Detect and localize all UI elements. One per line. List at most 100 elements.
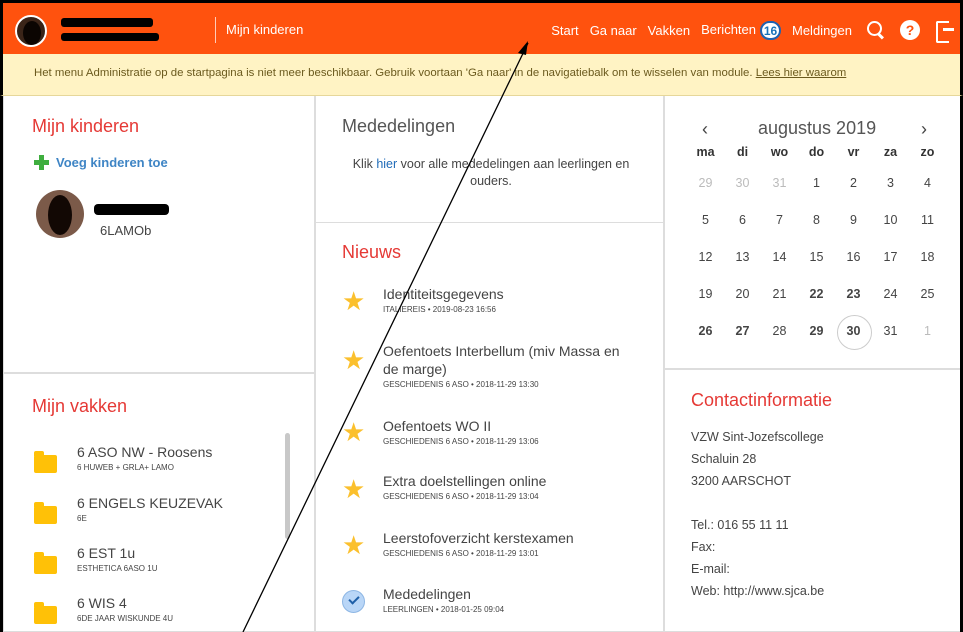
calendar-day[interactable]: 31: [872, 313, 909, 350]
calendar-day[interactable]: 4: [909, 165, 946, 202]
course-name: 6 ASO NW - Roosens: [77, 444, 213, 460]
course-sub: ESTHETICA 6ASO 1U: [77, 564, 158, 573]
calendar-day[interactable]: 29: [798, 313, 835, 350]
courses-scrollbar[interactable]: [285, 433, 290, 539]
calendar-day[interactable]: 26: [687, 313, 724, 350]
contact-line: Tel.: 016 55 11 11: [691, 518, 789, 532]
help-icon[interactable]: ?: [900, 20, 920, 40]
nav-berichten[interactable]: Berichten 16: [701, 20, 781, 40]
child-class: 6LAMOb: [100, 223, 152, 238]
folder-icon: [34, 602, 57, 624]
notice-banner: Het menu Administratie op de startpagina…: [0, 54, 963, 96]
course-sub: 6DE JAAR WISKUNDE 4U: [77, 614, 174, 623]
announcements-text: Klik hier voor alle mededelingen aan lee…: [336, 156, 646, 190]
calendar-day[interactable]: 22: [798, 276, 835, 313]
nav-berichten-label: Berichten: [701, 21, 756, 37]
contact-line: Schaluin 28: [691, 452, 757, 466]
calendar-day[interactable]: 10: [872, 202, 909, 239]
calendar-day[interactable]: 15: [798, 239, 835, 276]
calendar-day[interactable]: 14: [761, 239, 798, 276]
news-item-meta: GESCHIEDENIS 6 ASO • 2018-11-29 13:30: [383, 380, 539, 389]
news-item-title: Identiteitsgegevens: [383, 286, 504, 302]
check-icon: [342, 590, 365, 613]
news-panel: Nieuws ★ Identiteitsgegevens ITALIEREIS …: [315, 222, 664, 632]
course-item[interactable]: 6 EST 1u ESTHETICA 6ASO 1U: [34, 545, 284, 589]
calendar-day[interactable]: 3: [872, 165, 909, 202]
calendar-prev-button[interactable]: ‹: [702, 119, 708, 140]
logout-icon[interactable]: [934, 20, 954, 43]
add-kid-button[interactable]: Voeg kinderen toe: [34, 155, 168, 170]
calendar-weekday: zo: [920, 145, 935, 159]
calendar-day[interactable]: 31: [761, 165, 798, 202]
user-avatar[interactable]: [15, 15, 47, 47]
calendar-day-today[interactable]: 30: [835, 313, 872, 350]
calendar-day[interactable]: 17: [872, 239, 909, 276]
plus-icon: [34, 155, 49, 170]
contact-line: Web: http://www.sjca.be: [691, 584, 825, 598]
calendar-day[interactable]: 11: [909, 202, 946, 239]
star-icon: ★: [342, 345, 366, 375]
calendar-weekday: di: [736, 145, 749, 159]
news-item-title: Extra doelstellingen online: [383, 473, 547, 489]
calendar-day[interactable]: 21: [761, 276, 798, 313]
calendar-day[interactable]: 1: [798, 165, 835, 202]
calendar-month: augustus 2019: [758, 118, 877, 138]
calendar-day[interactable]: 2: [835, 165, 872, 202]
berichten-count-badge: 16: [760, 20, 781, 40]
search-icon[interactable]: [866, 20, 886, 40]
calendar-day[interactable]: 8: [798, 202, 835, 239]
calendar-day[interactable]: 13: [724, 239, 761, 276]
topbar-kids-link[interactable]: Mijn kinderen: [226, 22, 303, 37]
calendar-next-button[interactable]: ›: [921, 119, 927, 140]
kids-panel: Mijn kinderen Voeg kinderen toe 6LAMOb: [3, 96, 315, 373]
calendar-day[interactable]: 23: [835, 276, 872, 313]
calendar-day[interactable]: 25: [909, 276, 946, 313]
calendar-day[interactable]: 20: [724, 276, 761, 313]
redacted-child-name: [94, 204, 169, 215]
contact-line: Fax:: [691, 540, 716, 554]
calendar-day[interactable]: 5: [687, 202, 724, 239]
calendar-day[interactable]: 18: [909, 239, 946, 276]
calendar-grid: ma di wo do vr za zo 29 30 31 1 2 3 4 5 6 7 8 9 10 11 12 13 14 1…: [687, 145, 946, 350]
contact-line: E-mail:: [691, 562, 730, 576]
redacted-user-name: [61, 18, 153, 27]
calendar-day[interactable]: 29: [687, 165, 724, 202]
calendar-weekday: ma: [696, 145, 715, 159]
folder-icon: [34, 502, 57, 524]
calendar-day[interactable]: 28: [761, 313, 798, 350]
calendar-day[interactable]: 19: [687, 276, 724, 313]
news-item-title: Oefentoets WO II: [383, 418, 492, 434]
course-item[interactable]: 6 ASO NW - Roosens 6 HUWEB + GRLA+ LAMO: [34, 444, 284, 488]
announcements-here-link[interactable]: hier: [376, 157, 397, 171]
calendar-day[interactable]: 24: [872, 276, 909, 313]
calendar-day[interactable]: 30: [724, 165, 761, 202]
nav-vakken[interactable]: Vakken: [648, 23, 690, 38]
contact-panel: Contactinformatie VZW Sint-Jozefscollege…: [664, 369, 963, 632]
course-name: 6 ENGELS KEUZEVAK: [77, 495, 224, 511]
courses-panel: Mijn vakken 6 ASO NW - Roosens 6 HUWEB +…: [3, 373, 315, 632]
star-icon: ★: [342, 530, 366, 560]
calendar-day[interactable]: 6: [724, 202, 761, 239]
star-icon: ★: [342, 417, 366, 447]
nav-ga-naar[interactable]: Ga naar: [590, 23, 637, 38]
notice-text: Het menu Administratie op de startpagina…: [34, 67, 756, 79]
contact-title: Contactinformatie: [691, 390, 833, 410]
news-title: Nieuws: [342, 242, 402, 262]
calendar-day[interactable]: 7: [761, 202, 798, 239]
notice-read-more-link[interactable]: Lees hier waarom: [756, 67, 847, 79]
course-item[interactable]: 6 ENGELS KEUZEVAK 6E: [34, 495, 284, 539]
announcements-panel: Mededelingen Klik hier voor alle mededel…: [315, 96, 664, 223]
calendar-day[interactable]: 1: [909, 313, 946, 350]
course-item[interactable]: 6 WIS 4 6DE JAAR WISKUNDE 4U: [34, 595, 284, 632]
folder-icon: [34, 552, 57, 574]
main-nav: Start Ga naar Vakken Berichten 16 Melding…: [540, 16, 954, 44]
child-avatar[interactable]: [36, 190, 84, 238]
calendar-day[interactable]: 16: [835, 239, 872, 276]
news-item-title: Oefentoets Interbellum (miv Massa en de …: [383, 343, 620, 377]
calendar-day[interactable]: 12: [687, 239, 724, 276]
nav-meldingen[interactable]: Meldingen: [792, 23, 852, 38]
top-navigation-bar: Mijn kinderen Start Ga naar Vakken Beric…: [0, 0, 963, 54]
calendar-day[interactable]: 27: [724, 313, 761, 350]
nav-start[interactable]: Start: [551, 23, 578, 38]
calendar-day[interactable]: 9: [835, 202, 872, 239]
